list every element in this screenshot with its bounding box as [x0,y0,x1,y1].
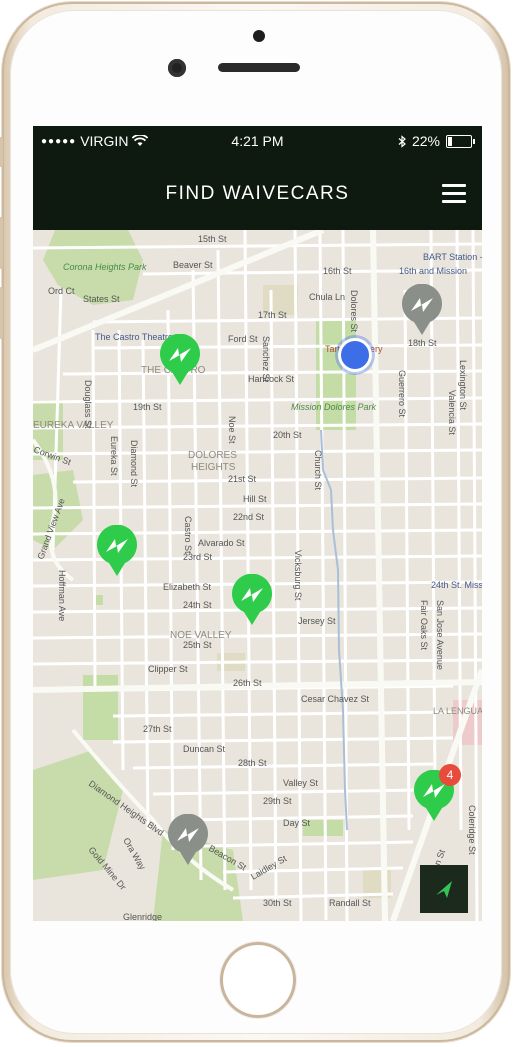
map-label-duncan: Duncan St [183,744,226,754]
map-label-alvarado: Alvarado St [198,538,245,548]
map-label-dolores-heights-2: HEIGHTS [191,462,236,473]
map-label-26th: 26th St [233,678,262,688]
map-label-25th: 25th St [183,640,212,650]
map-label-noe-st: Noe St [227,416,237,444]
map-label-bart: BART Station - [423,252,482,262]
map-label-21st: 21st St [228,474,257,484]
volume-down-button [0,287,3,339]
status-bar: ●●●●● VIRGIN 4:21 PM 22% [33,126,482,158]
page-title: FIND WAIVECARS [165,183,350,204]
map-label-30th: 30th St [263,898,292,908]
nav-bar: FIND WAIVECARS [33,158,482,230]
front-camera [168,59,186,77]
map-label-states: States St [83,294,120,304]
app-screen: ●●●●● VIRGIN 4:21 PM 22% FIND WAIVECARS [33,126,482,921]
map-label-coleridge: Coleridge St [467,805,477,855]
map-label-ford: Ford St [228,334,258,344]
home-button[interactable] [220,942,296,1018]
map-view[interactable]: Corona Heights Park The Castro Theatre T… [33,230,482,921]
map-label-day: Day St [283,818,311,828]
map-label-ord: Ord Ct [48,286,75,296]
map-label-hill: Hill St [243,494,267,504]
unavailable-pin-icon [168,814,208,865]
map-label-diamond: Diamond St [129,440,139,488]
map-label-lexington: Lexington St [458,360,468,411]
volume-up-button [0,217,3,269]
map-label-15th: 15th St [198,234,227,244]
map-label-randall: Randall St [329,898,371,908]
map-label-mdp: Mission Dolores Park [291,402,377,412]
navigation-arrow-icon [436,881,452,898]
map-label-29th: 29th St [263,796,292,806]
user-location-dot [338,338,372,372]
map-label-elizabeth: Elizabeth St [163,582,212,592]
map-label-17th: 17th St [258,310,287,320]
map-label-24th: 24th St [183,600,212,610]
map-label-glenridge: Glenridge [123,912,162,921]
map-label-bart24: 24th St. Mission [431,580,482,590]
map-label-valencia: Valencia St [447,390,457,435]
map-label-vicksburg: Vicksburg St [293,550,303,601]
hamburger-menu-icon[interactable] [442,184,466,204]
battery-icon [446,134,475,148]
map-label-sanchez: Sanchez St [261,336,271,383]
map-label-19th: 19th St [133,402,162,412]
map-label-chula: Chula Ln [309,292,345,302]
map-label-beaver: Beaver St [173,260,213,270]
status-right: 22% [398,133,475,149]
map-label-22nd: 22nd St [233,512,265,522]
map-label-bart2: 16th and Mission [399,266,467,276]
map-label-castro-st: Castro St [183,516,193,554]
mute-switch [0,137,3,167]
map-label-corona: Corona Heights Park [63,262,147,272]
map-label-church: Church St [313,450,323,491]
map-label-28th: 28th St [238,758,267,768]
battery-fill [448,136,452,146]
map-label-guerrero: Guerrero St [397,370,407,418]
map-label-valley: Valley St [283,778,318,788]
bluetooth-icon [398,134,406,148]
waivecar-pin-icon [232,574,272,625]
map-label-cesar: Cesar Chavez St [301,694,370,704]
map-label-16th: 16th St [323,266,352,276]
map-label-eureka-st: Eureka St [109,436,119,476]
map-label-20th: 20th St [273,430,302,440]
map-label-18th: 18th St [408,338,437,348]
map-label-dolores-heights: DOLORES [188,450,237,461]
battery-percent: 22% [411,133,440,149]
waivecar-pin-icon [160,334,200,385]
map-label-27th: 27th St [143,724,172,734]
locate-me-button[interactable] [420,865,468,913]
map-label-douglass: Douglass St [83,380,93,429]
map-label-dolores: Dolores St [349,290,359,333]
map-label-fair-oaks: Fair Oaks St [419,600,429,651]
proximity-sensor [253,30,265,42]
map-label-san-jose: San Jose Avenue [435,600,445,670]
map-label-clipper: Clipper St [148,664,188,674]
map-label-la-lengua: LA LENGUA [433,706,482,716]
earpiece-speaker [218,63,300,72]
unavailable-pin-icon [402,284,442,335]
map-label-eureka: EUREKA VALLEY [33,420,114,431]
map-label-hoffman: Hoffman Ave [57,570,67,621]
map-label-jersey: Jersey St [298,616,336,626]
waivecar-pin-icon [97,525,137,576]
pin-count-badge: 4 [439,764,461,786]
